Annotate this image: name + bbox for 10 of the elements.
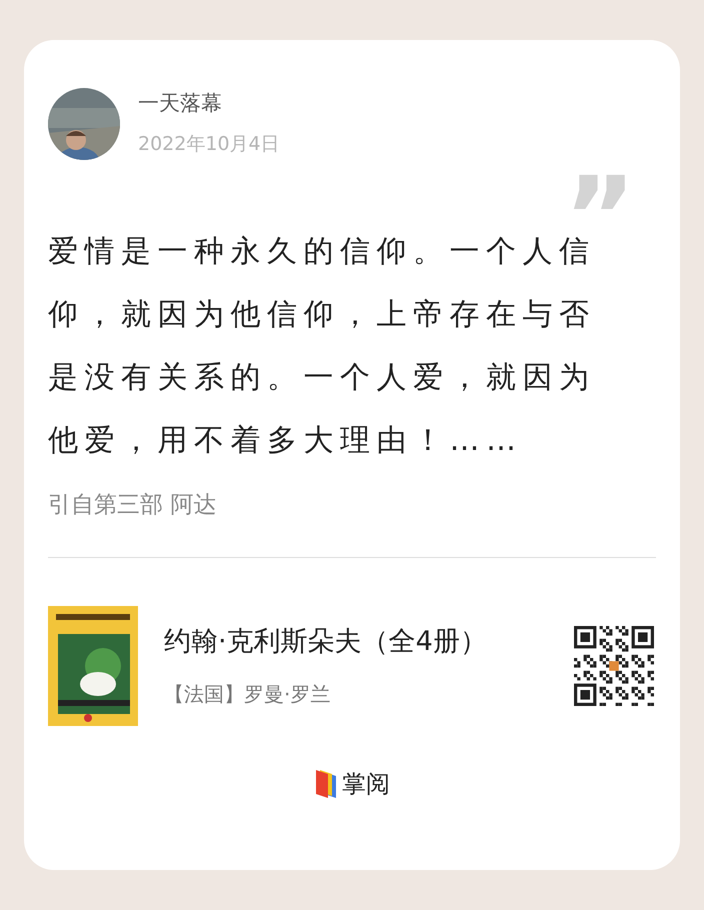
post-date: 2022年10月4日 <box>138 132 280 156</box>
book-logo-icon <box>314 768 338 800</box>
quote-source: 引自第三部 阿达 <box>48 491 218 520</box>
book-author: 【法国】罗曼·罗兰 <box>164 680 332 708</box>
brand-name: 掌阅 <box>342 768 390 800</box>
author-name: 一天落幕 <box>138 90 223 117</box>
quote-text: 爱情是一种永久的信仰。一个人信仰，就因为他信仰，上帝存在与否是没有关系的。一个人爱，就因为他爱，用不着多大理由！…… <box>48 233 596 460</box>
qr-code-icon <box>574 626 654 706</box>
book-title: 约翰·克利斯朵夫（全4册） <box>164 625 488 660</box>
quote-mark: ” <box>564 162 636 222</box>
